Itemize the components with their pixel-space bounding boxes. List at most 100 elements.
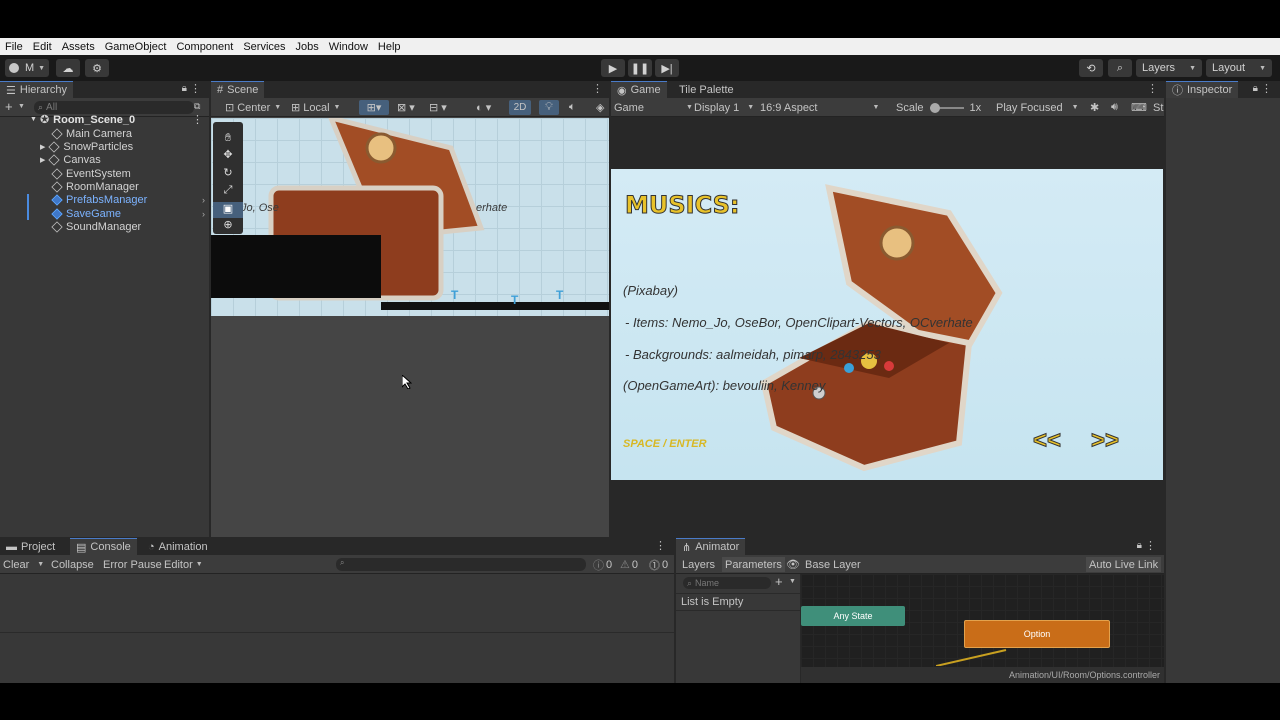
scene-viewport[interactable]: Jo, Ose erhate T T T ✋︎ ✥ ↻ ⤢ ▣ ⊕ [211, 118, 609, 316]
clear-dropdown[interactable]: Clear ▼ [3, 557, 44, 572]
cloud-button[interactable]: ☁ [56, 59, 80, 77]
param-name-search[interactable]: ⌕ Name [683, 577, 771, 589]
more-icon[interactable]: ⋮ [1261, 82, 1272, 95]
layers-dropdown[interactable]: Layers ▼ [1136, 59, 1202, 77]
keyboard-icon[interactable]: ⌨ [1131, 101, 1147, 114]
menu-edit[interactable]: Edit [28, 41, 57, 53]
warning-count[interactable]: ⚠ 0 [620, 557, 638, 572]
collapse-button[interactable]: Collapse [51, 557, 94, 572]
tab-console[interactable]: ▤ Console [70, 538, 137, 555]
hierarchy-item[interactable]: SoundManager [0, 220, 209, 233]
menu-services[interactable]: Services [238, 41, 290, 53]
tab-scene[interactable]: # Scene [211, 81, 265, 98]
game-mode-dropdown[interactable]: Game ▼ [614, 100, 693, 115]
lighting-button[interactable]: 💡︎ [539, 100, 559, 115]
move-tool-icon[interactable]: ✥ [213, 148, 243, 166]
lock-icon[interactable]: 🔒︎ [1253, 83, 1258, 94]
layout-dropdown[interactable]: Layout ▼ [1206, 59, 1272, 77]
expand-right-icon[interactable]: ▶ [40, 156, 45, 164]
text-object-icon[interactable]: T [556, 288, 563, 302]
stats-button[interactable]: St [1153, 100, 1163, 115]
menu-assets[interactable]: Assets [57, 41, 100, 53]
play-mode-dropdown[interactable]: Play Focused ▼ [996, 100, 1079, 115]
add-parameter-icon[interactable]: + [775, 574, 783, 589]
pause-button[interactable]: ❚❚ [628, 59, 652, 77]
tab-animation[interactable]: ◔ Animation [142, 538, 214, 555]
tab-hierarchy[interactable]: ☰ Hierarchy [0, 81, 73, 98]
menu-component[interactable]: Component [171, 41, 238, 53]
menu-gameobject[interactable]: GameObject [100, 41, 172, 53]
base-layer-breadcrumb[interactable]: Base Layer [805, 557, 861, 572]
more-icon[interactable]: ⋮ [592, 82, 603, 95]
hierarchy-item-prefab[interactable]: PrefabsManager › [0, 193, 209, 206]
hierarchy-item[interactable]: ▶ SnowParticles [0, 140, 209, 153]
space-dropdown[interactable]: ⊞ Local ▼ [291, 100, 340, 115]
parameters-tab[interactable]: Parameters [722, 557, 785, 572]
log-count[interactable]: ⓘ 0 [593, 557, 612, 572]
editor-dropdown[interactable]: Editor ▼ [164, 557, 203, 572]
rotate-tool-icon[interactable]: ↻ [213, 166, 243, 184]
tab-project[interactable]: ▬ Project [0, 538, 61, 555]
history-button[interactable]: ⟲ [1079, 59, 1103, 77]
menu-help[interactable]: Help [373, 41, 406, 53]
menu-window[interactable]: Window [324, 41, 373, 53]
collab-button[interactable]: ⚙ [85, 59, 109, 77]
hierarchy-item[interactable]: Main Camera [0, 127, 209, 140]
aspect-dropdown[interactable]: 16:9 Aspect ▼ [760, 100, 879, 115]
chevron-right-icon[interactable]: › [202, 209, 205, 219]
scale-tool-icon[interactable]: ⤢ [213, 184, 243, 202]
more-icon[interactable]: ⋮ [192, 113, 203, 126]
chevron-down-icon[interactable]: ▼ [789, 578, 796, 585]
more-icon[interactable]: ⋮ [655, 539, 666, 552]
layers-tab[interactable]: Layers [682, 557, 715, 572]
console-search-input[interactable]: ⌕ [336, 558, 586, 571]
mute-audio-icon[interactable]: 🔊︎ [1111, 101, 1118, 114]
chevron-down-icon[interactable]: ▼ [18, 103, 25, 110]
tab-inspector[interactable]: ⓘ Inspector [1166, 81, 1239, 98]
scene-row[interactable]: ▼ ✪ Room_Scene_0 ⋮ [0, 113, 209, 127]
display-dropdown[interactable]: Display 1 ▼ [694, 100, 754, 115]
play-button[interactable]: ▶ [601, 59, 625, 77]
option-state-node[interactable]: Option [964, 620, 1110, 648]
text-object-icon[interactable]: T [511, 293, 518, 307]
search-button[interactable]: ⌕ [1108, 59, 1132, 77]
tab-animator[interactable]: ⋔ Animator [676, 538, 746, 555]
draw-mode-button[interactable]: ◐ ▾ [476, 100, 491, 115]
game-viewport[interactable]: MUSICS: (Pixabay) - Items: Nemo_Jo, OseB… [611, 169, 1163, 480]
account-button[interactable]: M ▼ [5, 59, 49, 77]
toggle-2d-button[interactable]: 2D [509, 100, 531, 115]
audio-button[interactable]: 🔈︎ [569, 100, 576, 115]
lock-icon[interactable]: 🔒︎ [1137, 540, 1142, 551]
animator-graph[interactable]: Any State Option Animation/UI/Room/Optio… [801, 574, 1164, 683]
hierarchy-item[interactable]: EventSystem [0, 167, 209, 180]
bug-icon[interactable]: ✱ [1090, 101, 1099, 114]
slider-thumb[interactable] [929, 102, 940, 113]
step-button[interactable]: ▶| [655, 59, 679, 77]
incremental-snap-button[interactable]: ⊟ ▾ [429, 100, 447, 115]
grid-snap-button[interactable]: ⊞▾ [359, 100, 389, 115]
text-object-icon[interactable]: T [451, 288, 458, 302]
more-icon[interactable]: ⋮ [190, 82, 201, 95]
expand-down-icon[interactable]: ▼ [30, 116, 37, 123]
expand-right-icon[interactable]: ▶ [40, 143, 45, 151]
menu-jobs[interactable]: Jobs [291, 41, 324, 53]
menu-file[interactable]: File [0, 41, 28, 53]
more-icon[interactable]: ⋮ [1147, 82, 1158, 95]
any-state-node[interactable]: Any State [801, 606, 905, 626]
hierarchy-item[interactable]: ▶ Canvas [0, 153, 209, 166]
prev-page-button[interactable]: << [1032, 427, 1061, 455]
lock-icon[interactable]: 🔒︎ [182, 83, 187, 94]
add-icon[interactable]: + [5, 99, 13, 114]
error-count[interactable]: ⓵0 [649, 557, 668, 572]
error-pause-button[interactable]: Error Pause [103, 557, 162, 572]
chevron-right-icon[interactable]: › [202, 195, 205, 205]
tab-game[interactable]: ◉ Game [611, 81, 667, 98]
hierarchy-item[interactable]: RoomManager [0, 180, 209, 193]
transition-arrow[interactable] [936, 646, 1016, 666]
scale-slider[interactable] [929, 102, 964, 113]
eye-icon[interactable]: 👁︎ [786, 558, 800, 571]
search-filter-icon[interactable]: ⧉ [194, 101, 200, 112]
effects-button[interactable]: ◈ [596, 100, 604, 115]
tab-tile-palette[interactable]: Tile Palette [673, 81, 740, 98]
hierarchy-item-prefab[interactable]: SaveGame › [0, 207, 209, 220]
